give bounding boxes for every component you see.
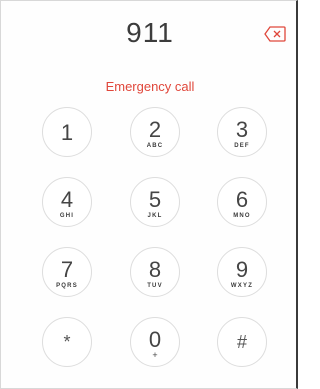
key-5[interactable]: 5 JKL	[130, 177, 180, 227]
key-digit: 4	[60, 187, 74, 212]
key-6[interactable]: 6 MNO	[217, 177, 267, 227]
key-7[interactable]: 7 PQRS	[42, 247, 92, 297]
key-letters: MNO	[233, 213, 251, 219]
key-symbol: *	[63, 332, 71, 352]
key-letters: ABC	[146, 143, 164, 149]
key-0[interactable]: 0 +	[130, 317, 180, 367]
key-symbol: #	[236, 332, 247, 352]
key-digit: 1	[60, 120, 74, 145]
key-1[interactable]: 1	[42, 107, 92, 157]
key-digit: 6	[235, 187, 249, 212]
key-digit: 7	[60, 257, 74, 282]
key-star[interactable]: *	[42, 317, 92, 367]
key-digit: 5	[148, 187, 162, 212]
key-2[interactable]: 2 ABC	[130, 107, 180, 157]
dialed-number: 911	[126, 17, 174, 48]
key-letters: GHI	[59, 213, 75, 219]
key-digit: 3	[235, 117, 249, 142]
key-digit: 8	[148, 257, 162, 282]
key-letters: PQRS	[56, 283, 78, 289]
key-4[interactable]: 4 GHI	[42, 177, 92, 227]
key-plus: +	[152, 350, 158, 360]
dialer-screen: 911 Emergency call 1 2 ABC 3 DEF 4 GHI 5…	[0, 0, 298, 389]
key-3[interactable]: 3 DEF	[217, 107, 267, 157]
key-hash[interactable]: #	[217, 317, 267, 367]
key-letters: TUV	[147, 283, 163, 289]
emergency-call-label: Emergency call	[105, 79, 195, 94]
key-digit: 2	[148, 117, 162, 142]
key-8[interactable]: 8 TUV	[130, 247, 180, 297]
key-letters: WXYZ	[230, 283, 254, 289]
key-letters: JKL	[147, 213, 163, 219]
backspace-icon[interactable]	[264, 26, 286, 42]
key-9[interactable]: 9 WXYZ	[217, 247, 267, 297]
key-digit: 9	[235, 257, 249, 282]
key-digit: 0	[148, 327, 162, 352]
key-letters: DEF	[234, 143, 250, 149]
